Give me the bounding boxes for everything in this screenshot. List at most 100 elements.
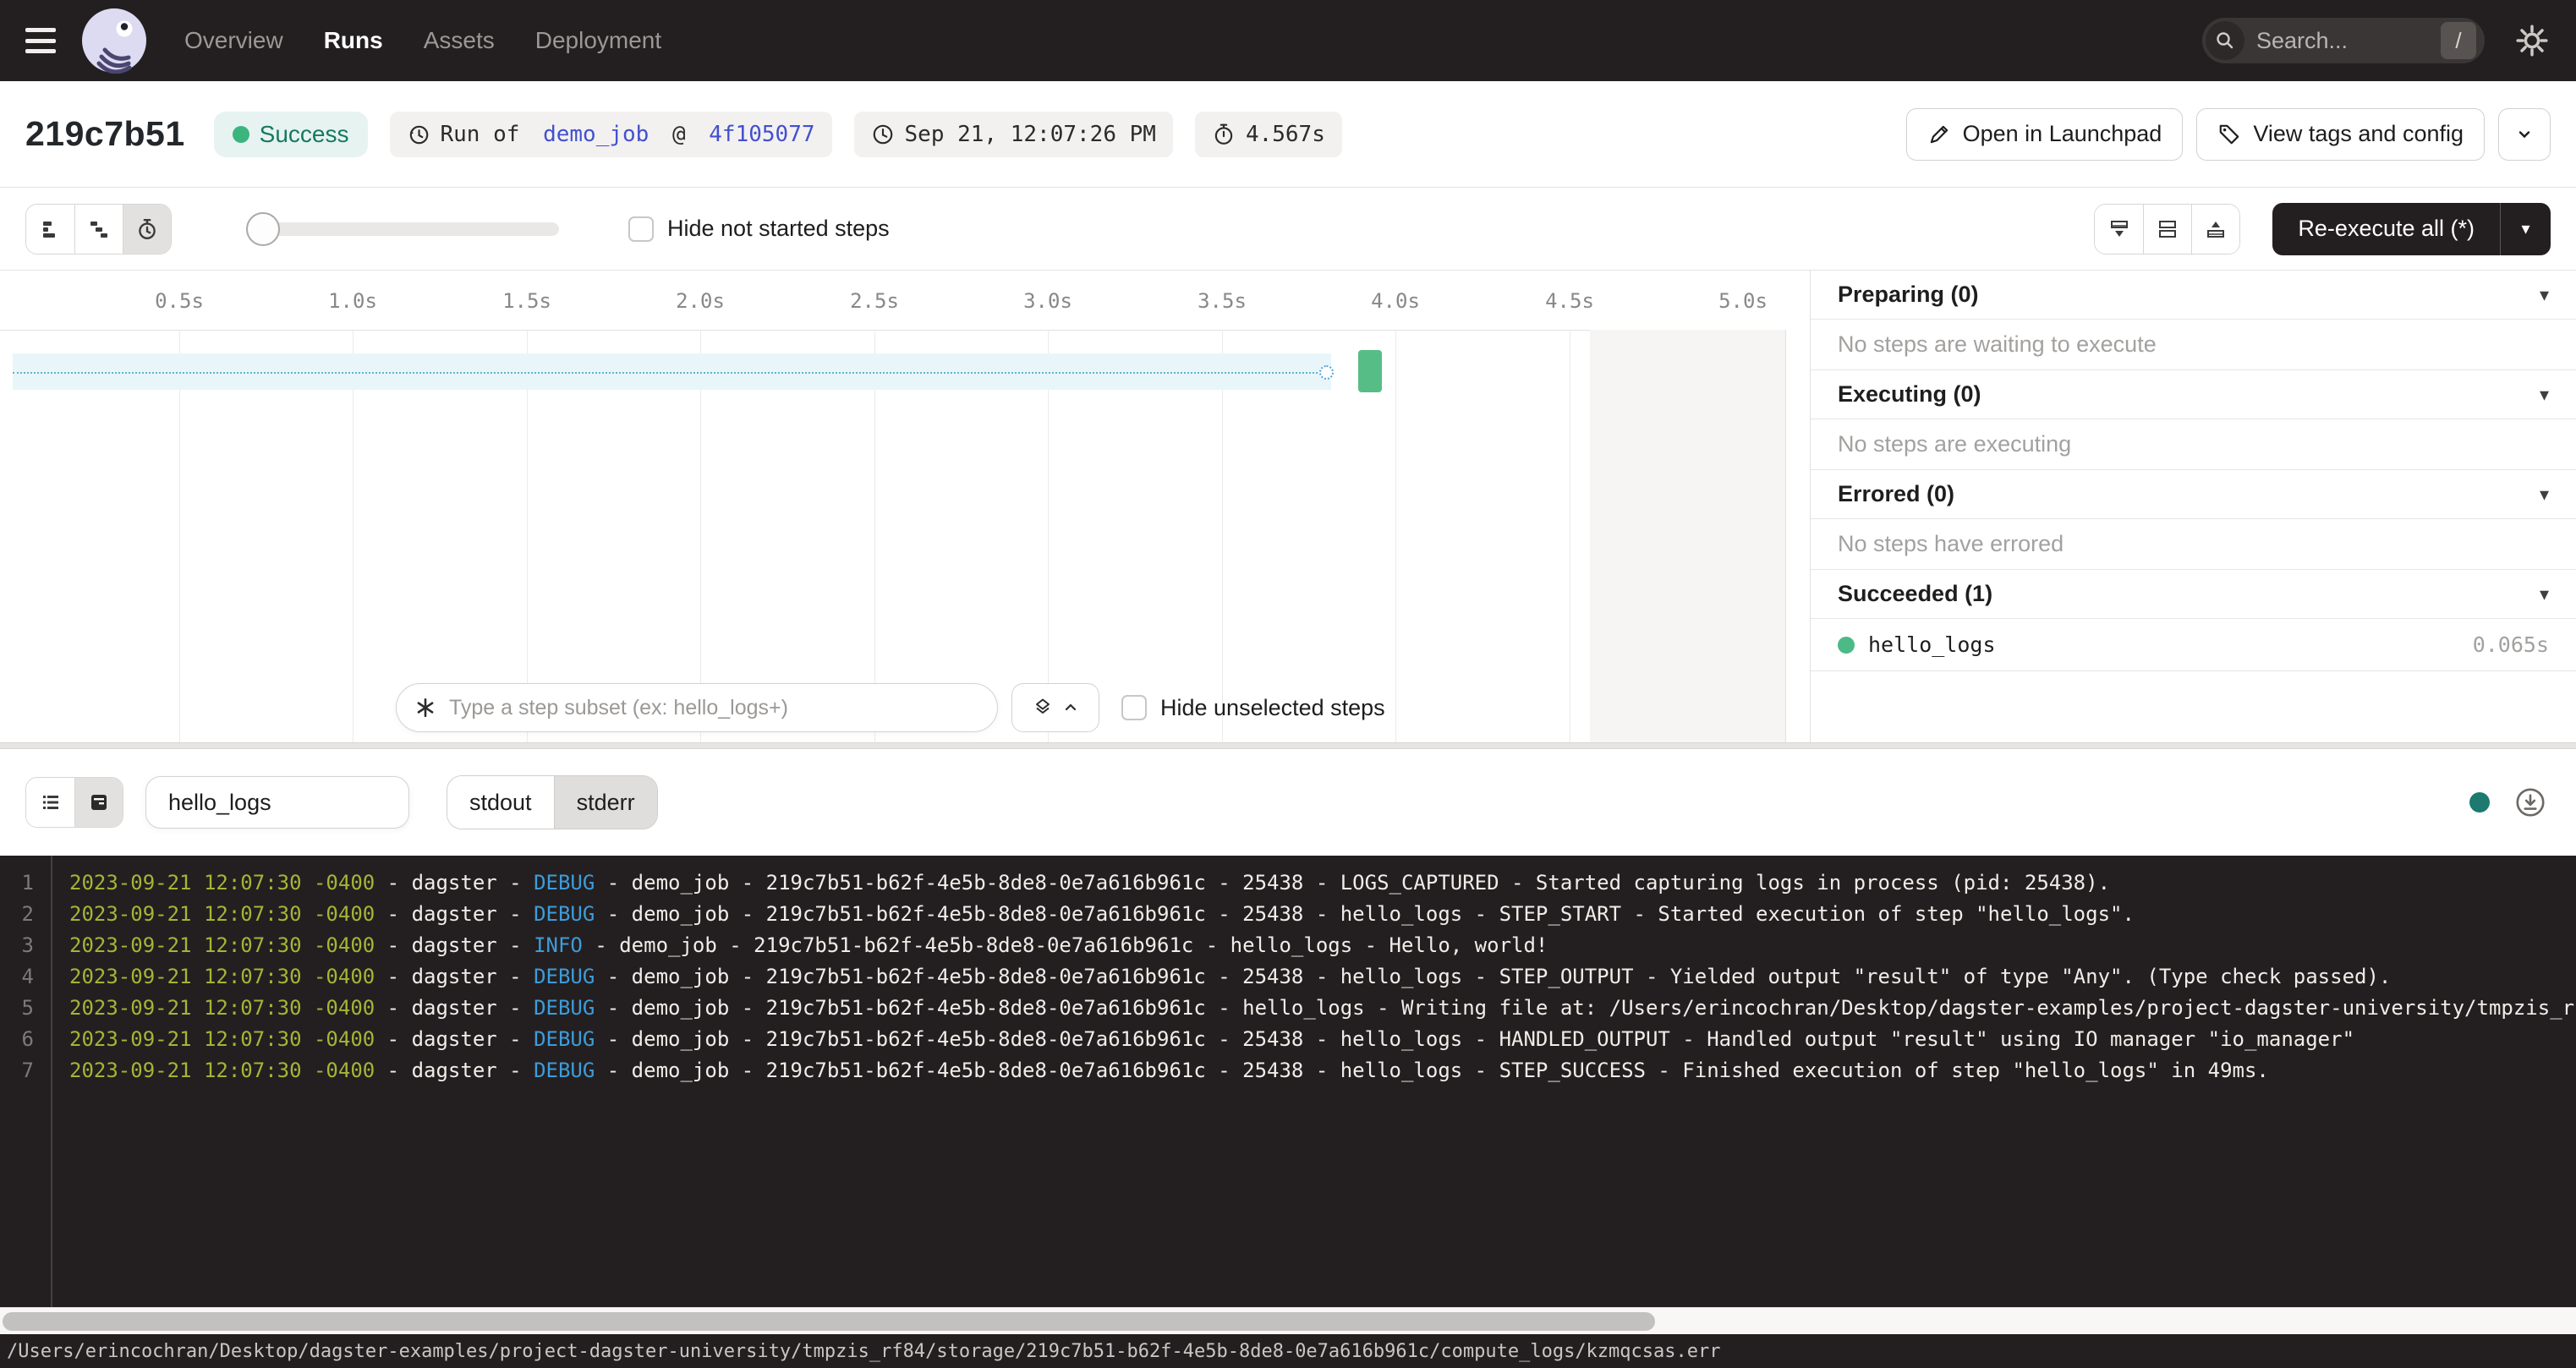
hamburger-menu-icon[interactable] [25,28,58,53]
nav-item-runs[interactable]: Runs [324,27,383,54]
run-duration-pill: 4.567s [1195,112,1342,157]
step-subset-field[interactable] [396,683,998,732]
gantt-bottom-controls: Hide unselected steps [396,683,1385,732]
gantt-toolbar: Hide not started steps [0,188,2576,271]
log-line: 2 2023-09-21 12:07:30 -0400 - dagster - … [0,899,2576,930]
hide-unselected-checkbox[interactable] [1121,695,1147,720]
run-time-pill: Sep 21, 12:07:26 PM [854,112,1173,157]
axis-tick: 1.0s [315,289,391,313]
axis-baseline [0,330,1786,331]
log-line: 1 2023-09-21 12:07:30 -0400 - dagster - … [0,867,2576,899]
pencil-icon [1927,123,1951,146]
raw-log-output: 1 2023-09-21 12:07:30 -0400 - dagster - … [0,856,2576,1307]
dagster-logo[interactable] [81,8,147,74]
job-link[interactable]: demo_job [543,122,649,147]
step-subset-input[interactable] [449,696,940,720]
bar-arrow-up-icon [2205,218,2227,240]
bar-arrow-down-icon [2108,218,2130,240]
slider-knob[interactable] [246,212,280,246]
collapse-caret-icon[interactable]: ▾ [2540,284,2549,306]
stdout-stderr-toggle: stdout stderr [447,775,658,829]
at-separator: @ [659,122,699,147]
pane-resize-handle[interactable] [0,742,2576,749]
axis-tick: 0.5s [141,289,217,313]
view-mode-timing-button[interactable] [123,205,171,254]
view-mode-waterfall-button[interactable] [74,205,123,254]
axis-tick: 2.5s [836,289,913,313]
chevron-down-icon [2513,123,2535,145]
gridline [1048,330,1049,742]
after-run-shaded-region [1590,330,1786,742]
panel-section-succeeded[interactable]: Succeeded (1) ▾ [1811,570,2576,619]
log-filter-shortcut-group [2094,204,2240,254]
gridline [874,330,875,742]
run-of-prefix: Run of [441,122,534,147]
panel-section-errored[interactable]: Errored (0) ▾ [1811,470,2576,519]
collapse-caret-icon[interactable]: ▾ [2540,583,2549,605]
reexecute-dropdown-caret[interactable]: ▾ [2500,203,2551,255]
nav-item-deployment[interactable]: Deployment [535,27,661,54]
gantt-step-bar-hello-logs[interactable] [1358,350,1382,392]
global-search[interactable]: / [2202,18,2485,63]
scroll-to-top-button[interactable] [2191,205,2239,254]
collapse-caret-icon[interactable]: ▾ [2540,384,2549,406]
collapse-caret-icon[interactable]: ▾ [2540,484,2549,506]
scrollbar-thumb[interactable] [3,1312,1655,1331]
panel-empty-executing: No steps are executing [1811,419,2576,470]
gridline [700,330,701,742]
run-gantt-area: 0.5s 1.0s 1.5s 2.0s 2.5s 3.0s 3.5s 4.0s … [0,271,2576,742]
download-log-icon[interactable] [2515,787,2546,818]
list-icon [40,791,62,813]
step-success-dot-icon [1838,637,1855,654]
search-input[interactable] [2256,28,2409,54]
hide-unselected-label: Hide unselected steps [1160,695,1385,721]
run-status-badge: Success [214,112,368,157]
axis-tick: 3.5s [1184,289,1260,313]
structured-log-view-button[interactable] [26,778,74,827]
axis-tick: 4.0s [1357,289,1433,313]
gantt-view-mode-group [25,204,172,254]
step-row-hello-logs[interactable]: hello_logs 0.065s [1811,619,2576,671]
reexecute-all-button[interactable]: Re-execute all (*) [2272,203,2500,255]
gridline [527,330,528,742]
stopwatch-view-icon [135,217,159,241]
slider-track[interactable] [248,222,559,236]
gridline [1222,330,1223,742]
graph-query-toggle-button[interactable] [1011,683,1099,732]
run-header: 219c7b51 Success Run of demo_job @ 4f105… [0,81,2576,188]
log-line: 3 2023-09-21 12:07:30 -0400 - dagster - … [0,930,2576,961]
settings-gear-icon[interactable] [2513,22,2551,59]
panel-section-executing[interactable]: Executing (0) ▾ [1811,370,2576,419]
stderr-tab[interactable]: stderr [554,776,657,829]
gantt-zoom-slider[interactable] [248,212,559,246]
view-mode-flat-button[interactable] [26,205,74,254]
gridline [353,330,354,742]
open-in-launchpad-button[interactable]: Open in Launchpad [1906,108,2184,161]
log-step-filter-input[interactable] [168,790,380,816]
axis-tick: 3.0s [1010,289,1086,313]
scroll-to-bottom-button[interactable] [2095,205,2143,254]
nav-item-overview[interactable]: Overview [184,27,283,54]
commit-link[interactable]: 4f105077 [709,122,814,147]
expand-all-button[interactable] [2143,205,2191,254]
flat-view-icon [40,218,62,240]
panel-empty-errored: No steps have errored [1811,519,2576,570]
log-capture-status-icon [2469,792,2490,813]
log-step-filter[interactable] [145,776,409,829]
gantt-chart: 0.5s 1.0s 1.5s 2.0s 2.5s 3.0s 3.5s 4.0s … [0,271,1810,742]
log-horizontal-scrollbar[interactable] [0,1307,2576,1334]
axis-tick: 1.5s [489,289,565,313]
step-waiting-band [13,353,1331,390]
search-icon [2206,21,2244,60]
stdout-tab[interactable]: stdout [447,776,554,829]
panel-section-preparing[interactable]: Preparing (0) ▾ [1811,271,2576,320]
stacked-bars-icon [2157,218,2179,240]
log-toolbar: stdout stderr [0,749,2576,856]
axis-tick: 2.0s [662,289,738,313]
nav-item-assets[interactable]: Assets [424,27,495,54]
raw-log-view-button[interactable] [74,778,123,827]
hide-not-started-checkbox[interactable] [628,216,654,242]
run-actions-dropdown-button[interactable] [2498,108,2551,161]
view-tags-config-button[interactable]: View tags and config [2196,108,2485,161]
layers-icon [1032,697,1054,719]
